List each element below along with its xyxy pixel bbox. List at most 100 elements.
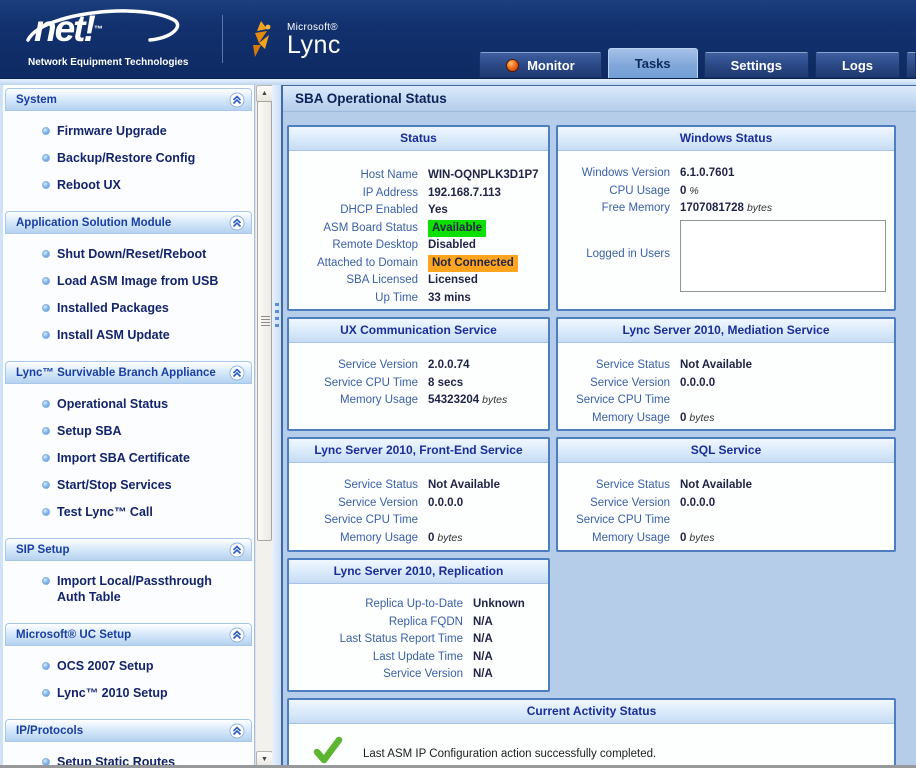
field-row-memory-usage: Memory Usage0bytes xyxy=(289,530,540,547)
header-substrip xyxy=(0,78,916,85)
lync-label: Lync xyxy=(287,33,341,57)
collapse-chevron-icon[interactable] xyxy=(229,542,245,558)
field-row-replica-fqdn: Replica FQDNN/A xyxy=(289,614,540,631)
field-value: Available xyxy=(428,220,486,237)
field-value: 6.1.0.7601 xyxy=(680,165,734,182)
collapse-chevron-icon[interactable] xyxy=(229,365,245,381)
sidebar-item-label: Backup/Restore Config xyxy=(57,151,195,165)
tab-tasks[interactable]: Tasks xyxy=(608,48,698,78)
field-label: IP Address xyxy=(289,185,428,202)
net-logo-text: net!™ xyxy=(34,10,101,48)
field-row-dhcp-enabled: DHCP EnabledYes xyxy=(289,202,540,219)
tab-monitor[interactable]: Monitor xyxy=(479,52,602,78)
sidebar-section-title: IP/Protocols xyxy=(16,725,83,737)
tab-label: Logs xyxy=(842,58,873,73)
field-row-service-version: Service Version0.0.0.0 xyxy=(558,375,886,392)
field-label: Up Time xyxy=(289,290,428,307)
field-label: Memory Usage xyxy=(289,530,428,547)
collapse-chevron-icon[interactable] xyxy=(229,215,245,231)
field-row-asm-board-status: ASM Board StatusAvailable xyxy=(289,220,540,237)
field-row-logged-in-users: Logged in Users xyxy=(558,218,886,292)
sidebar-item-operational-status[interactable]: Operational Status xyxy=(5,396,248,412)
bullet-icon xyxy=(42,577,50,585)
sidebar-item-reboot-ux[interactable]: Reboot UX xyxy=(5,177,248,193)
sidebar-item-firmware-upgrade[interactable]: Firmware Upgrade xyxy=(5,123,248,139)
field-row-replica-up-to-date: Replica Up-to-DateUnknown xyxy=(289,596,540,613)
sidebar-section-items: Firmware Upgrade Backup/Restore Config Reb… xyxy=(5,111,252,209)
sidebar-section-title: Application Solution Module xyxy=(16,217,171,229)
field-value: 0.0.0.0 xyxy=(680,375,715,392)
sidebar-item-ocs-2007-setup[interactable]: OCS 2007 Setup xyxy=(5,658,248,674)
sidebar-section-items: OCS 2007 Setup Lync™ 2010 Setup xyxy=(5,646,252,717)
scroll-up-button[interactable]: ▲ xyxy=(256,85,273,102)
tab-logs[interactable]: Logs xyxy=(815,52,900,78)
panel-body-windows: Windows Version6.1.0.7601CPU Usage0%Free… xyxy=(558,151,894,292)
field-row-last-update-time: Last Update TimeN/A xyxy=(289,649,540,666)
field-value: 0bytes xyxy=(680,410,715,427)
sidebar-item-setup-sba[interactable]: Setup SBA xyxy=(5,423,248,439)
field-label: Service Status xyxy=(558,357,680,374)
sidebar-item-backup-restore-config[interactable]: Backup/Restore Config xyxy=(5,150,248,166)
sidebar-section-header-lync-survivable-branch-appliance[interactable]: Lync™ Survivable Branch Appliance xyxy=(5,361,252,384)
partial-tab[interactable] xyxy=(906,52,916,78)
sidebar-item-start-stop-services[interactable]: Start/Stop Services xyxy=(5,477,248,493)
sidebar-section-title: System xyxy=(16,94,57,106)
sidebar-item-test-lync-call[interactable]: Test Lync™ Call xyxy=(5,504,248,520)
panel-windows: Windows StatusWindows Version6.1.0.7601C… xyxy=(556,125,896,311)
sidebar-item-import-local-passthrough-auth-table[interactable]: Import Local/Passthrough Auth Table xyxy=(5,573,248,605)
collapse-chevron-icon[interactable] xyxy=(229,723,245,739)
panel-body-ux: Service Version2.0.0.74Service CPU Time8… xyxy=(289,343,548,409)
field-row-sba-licensed: SBA LicensedLicensed xyxy=(289,272,540,289)
field-label: CPU Usage xyxy=(558,183,680,200)
sidebar-item-installed-packages[interactable]: Installed Packages xyxy=(5,300,248,316)
page-title-bar: SBA Operational Status xyxy=(283,85,916,112)
field-label: Attached to Domain xyxy=(289,255,428,272)
panel-body-status: Host NameWIN-OQNPLK3D1P7IP Address192.16… xyxy=(289,151,548,307)
panel-body-mediation: Service StatusNot AvailableService Versi… xyxy=(558,343,894,427)
pane-splitter[interactable] xyxy=(272,85,283,768)
field-label: Service CPU Time xyxy=(558,392,680,409)
field-row-memory-usage: Memory Usage54323204bytes xyxy=(289,392,540,409)
sidebar-section-header-application-solution-module[interactable]: Application Solution Module xyxy=(5,211,252,234)
field-label: Replica FQDN xyxy=(289,614,473,631)
sidebar-section-header-microsoft-uc-setup[interactable]: Microsoft® UC Setup xyxy=(5,623,252,646)
sidebar-item-import-sba-certificate[interactable]: Import SBA Certificate xyxy=(5,450,248,466)
field-label: Memory Usage xyxy=(558,410,680,427)
panel-replication: Lync Server 2010, ReplicationReplica Up-… xyxy=(287,558,550,692)
tab-settings[interactable]: Settings xyxy=(704,52,809,78)
field-label: Service Version xyxy=(558,375,680,392)
field-row-last-status-report-time: Last Status Report TimeN/A xyxy=(289,631,540,648)
sidebar-section-items: Import Local/Passthrough Auth Table xyxy=(5,561,252,621)
panel-mediation: Lync Server 2010, Mediation ServiceServi… xyxy=(556,317,896,431)
field-label: Service Status xyxy=(558,477,680,494)
sidebar-item-install-asm-update[interactable]: Install ASM Update xyxy=(5,327,248,343)
sidebar-section-header-sip-setup[interactable]: SIP Setup xyxy=(5,538,252,561)
sidebar-item-label: Operational Status xyxy=(57,397,168,411)
sidebar-item-shut-down-reset-reboot[interactable]: Shut Down/Reset/Reboot xyxy=(5,246,248,262)
sidebar-section-header-ip-protocols[interactable]: IP/Protocols xyxy=(5,719,252,742)
field-value: 0.0.0.0 xyxy=(680,495,715,512)
bullet-icon xyxy=(42,181,50,189)
sidebar-section-header-system[interactable]: System xyxy=(5,88,252,111)
field-value: Not Available xyxy=(680,357,752,374)
bullet-icon xyxy=(42,508,50,516)
lync-logo: Microsoft® Lync xyxy=(245,19,341,59)
collapse-chevron-icon[interactable] xyxy=(229,627,245,643)
field-label: Windows Version xyxy=(558,165,680,182)
field-row-remote-desktop: Remote DesktopDisabled xyxy=(289,237,540,254)
field-label: Service Status xyxy=(289,477,428,494)
collapse-chevron-icon[interactable] xyxy=(229,92,245,108)
sidebar-item-load-asm-image-from-usb[interactable]: Load ASM Image from USB xyxy=(5,273,248,289)
scrollbar-thumb[interactable] xyxy=(257,101,272,541)
sidebar-item-label: Start/Stop Services xyxy=(57,478,172,492)
field-value: 33 mins xyxy=(428,290,471,307)
sidebar-section-title: SIP Setup xyxy=(16,544,69,556)
logged-in-users-listbox[interactable] xyxy=(680,220,886,292)
field-row-free-memory: Free Memory1707081728bytes xyxy=(558,200,886,217)
tab-label: Monitor xyxy=(527,58,575,73)
sidebar-scrollbar[interactable]: ▲ ▼ xyxy=(255,85,272,768)
field-label: Logged in Users xyxy=(558,246,680,263)
field-value: 1707081728bytes xyxy=(680,200,772,217)
panel-ux: UX Communication ServiceService Version2… xyxy=(287,317,550,431)
sidebar-item-lync-2010-setup[interactable]: Lync™ 2010 Setup xyxy=(5,685,248,701)
